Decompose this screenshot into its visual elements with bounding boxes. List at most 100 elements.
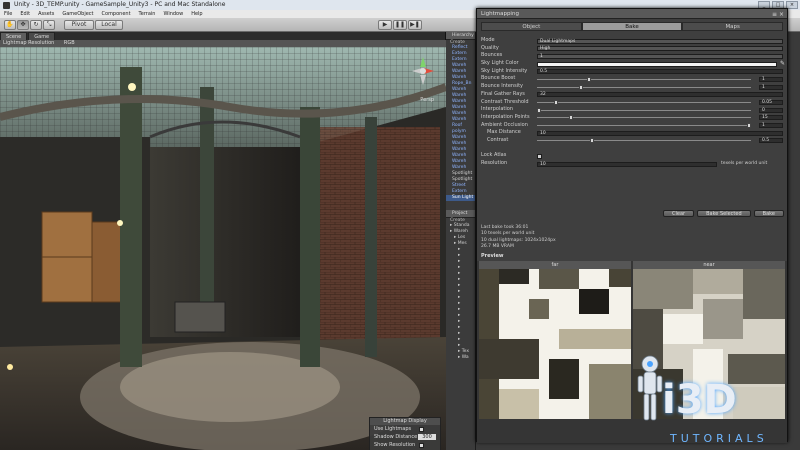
- menu-gameobject[interactable]: GameObject: [58, 10, 97, 18]
- clear-button[interactable]: Clear: [663, 210, 695, 217]
- tab-bake[interactable]: Bake: [581, 22, 683, 31]
- max-distance-field[interactable]: 10: [537, 130, 783, 136]
- hand-tool-button[interactable]: ✋: [4, 20, 16, 30]
- bounce-intensity-slider[interactable]: [537, 84, 751, 90]
- eyedropper-icon[interactable]: ✎: [780, 60, 785, 68]
- asset-icon: ▸: [458, 325, 461, 330]
- tab-project[interactable]: Project: [446, 210, 475, 218]
- local-label: Local: [101, 21, 117, 28]
- interpolation-points-row: Interpolation Points 15: [481, 114, 783, 122]
- final-gather-rays-row: Final Gather Rays 32: [481, 91, 783, 99]
- sky-light-intensity-field[interactable]: 0.5: [537, 69, 783, 75]
- pivot-toggle[interactable]: Pivot: [64, 20, 94, 30]
- move-tool-button[interactable]: ✥: [17, 20, 29, 30]
- preview-label: Preview: [481, 253, 504, 259]
- pivot-label: Pivot: [71, 21, 87, 28]
- lock-atlas-checkbox[interactable]: [537, 153, 542, 159]
- rotate-tool-button[interactable]: ↻: [30, 20, 42, 30]
- step-button[interactable]: ▶❚: [408, 20, 422, 30]
- mode-dropdown[interactable]: Dual Lightmaps: [537, 38, 783, 44]
- project-list: ▸ Standa ▸ Wareh ▸ Les ▸ Mes ▸ ▸ ▸ ▸ ▸ ▸ ▸ ▸…: [446, 223, 475, 361]
- use-lightmaps-row: Use Lightmaps: [370, 425, 440, 433]
- contrast-threshold-label: Contrast Threshold: [481, 98, 529, 105]
- menu-component[interactable]: Component: [98, 10, 135, 18]
- interpolation-points-slider[interactable]: [537, 115, 751, 121]
- use-lightmaps-label: Use Lightmaps: [374, 426, 412, 432]
- bounce-boost-slider[interactable]: [537, 76, 751, 82]
- tab-hierarchy[interactable]: Hierarchy: [446, 32, 475, 40]
- menu-terrain[interactable]: Terrain: [135, 10, 160, 18]
- contrast-threshold-field[interactable]: 0.05: [759, 100, 783, 105]
- ambient-occlusion-field[interactable]: 1: [759, 123, 783, 129]
- tab-object[interactable]: Object: [481, 22, 582, 31]
- shadow-distance-field[interactable]: 300: [418, 434, 436, 440]
- interpolation-label: Interpolation: [481, 106, 513, 113]
- contrast-row: Contrast 0.5: [481, 137, 783, 145]
- quality-dropdown[interactable]: High: [537, 46, 783, 52]
- bounce-intensity-field[interactable]: 1: [759, 84, 783, 90]
- spacer-row: [481, 145, 783, 153]
- resolution-field[interactable]: 10: [537, 161, 717, 167]
- shadow-distance-row: Shadow Distance 300: [370, 433, 440, 441]
- scene-viewport[interactable]: Persp Lightmap Display Use Lightmaps Sha…: [0, 47, 446, 450]
- menu-edit[interactable]: Edit: [16, 10, 34, 18]
- render-mode-dropdown[interactable]: Lightmap Resolution: [3, 40, 54, 47]
- play-button[interactable]: ▶: [378, 20, 392, 30]
- color-mode-dropdown[interactable]: RGB: [64, 40, 75, 47]
- rotate-icon: ↻: [33, 21, 39, 28]
- sky-light-color-swatch[interactable]: [537, 61, 777, 67]
- slider-thumb[interactable]: [537, 107, 541, 113]
- interpolation-points-field[interactable]: 15: [759, 115, 783, 121]
- ambient-occlusion-slider[interactable]: [537, 123, 751, 129]
- tab-game[interactable]: Game: [28, 32, 56, 40]
- lightmapping-title-bar: Lightmapping ≡ ×: [477, 9, 787, 19]
- bounce-boost-field[interactable]: 1: [759, 76, 783, 82]
- scene-control-bar: Lightmap Resolution RGB: [0, 40, 446, 47]
- interpolation-field[interactable]: 0: [759, 107, 783, 113]
- slider-thumb[interactable]: [589, 138, 594, 144]
- pause-button[interactable]: ❚❚: [393, 20, 407, 30]
- use-lightmaps-checkbox[interactable]: [419, 427, 424, 432]
- bake-button[interactable]: Bake: [753, 210, 784, 217]
- orientation-gizmo-icon[interactable]: [412, 57, 434, 89]
- contrast-threshold-slider[interactable]: [537, 100, 751, 105]
- contrast-field[interactable]: 0.5: [759, 138, 783, 144]
- show-resolution-checkbox[interactable]: [419, 443, 424, 448]
- contrast-slider[interactable]: [537, 138, 751, 144]
- asset-icon: ▸: [458, 337, 461, 342]
- project-item[interactable]: ▸ Wa: [446, 355, 475, 361]
- shadow-distance-label: Shadow Distance: [374, 434, 418, 440]
- menu-assets[interactable]: Assets: [34, 10, 58, 18]
- bake-selected-button[interactable]: Bake Selected: [697, 210, 751, 217]
- slider-thumb[interactable]: [747, 123, 751, 129]
- contrast-label: Contrast: [487, 136, 509, 143]
- slider-thumb[interactable]: [579, 84, 583, 90]
- sky-light-color-label: Sky Light Color: [481, 60, 519, 67]
- tab-scene[interactable]: Scene: [0, 32, 28, 40]
- slider-thumb[interactable]: [568, 115, 573, 121]
- slider-thumb[interactable]: [553, 100, 558, 105]
- asset-icon: ▸: [458, 307, 461, 312]
- far-lightmap-image[interactable]: [479, 269, 631, 419]
- asset-icon: ▸: [458, 313, 461, 318]
- menu-file[interactable]: File: [0, 10, 16, 18]
- slider-thumb[interactable]: [587, 76, 592, 82]
- scene-tabs: Scene Game: [0, 32, 56, 40]
- lightmapping-tabs: Object Bake Maps: [481, 22, 784, 31]
- menu-help[interactable]: Help: [187, 10, 206, 18]
- project-item-label: Les: [457, 235, 466, 240]
- tab-maps[interactable]: Maps: [682, 22, 784, 31]
- scale-tool-button[interactable]: ⤡: [43, 20, 55, 30]
- interpolation-slider[interactable]: [537, 107, 751, 113]
- bounces-dropdown[interactable]: 1: [537, 53, 783, 59]
- project-item-label: Wa: [461, 355, 469, 360]
- local-toggle[interactable]: Local: [95, 20, 123, 30]
- hierarchy-item[interactable]: Sun Light: [446, 195, 475, 201]
- asset-icon: ▸: [458, 343, 461, 348]
- menu-window[interactable]: Window: [159, 10, 187, 18]
- move-icon: ✥: [20, 21, 26, 28]
- asset-icon: ▸: [458, 319, 461, 324]
- window-menu-icon[interactable]: ≡ ×: [772, 10, 784, 20]
- final-gather-rays-field[interactable]: 32: [537, 92, 783, 98]
- bake-settings-form: Mode Dual Lightmaps Quality High Bounces…: [481, 37, 785, 168]
